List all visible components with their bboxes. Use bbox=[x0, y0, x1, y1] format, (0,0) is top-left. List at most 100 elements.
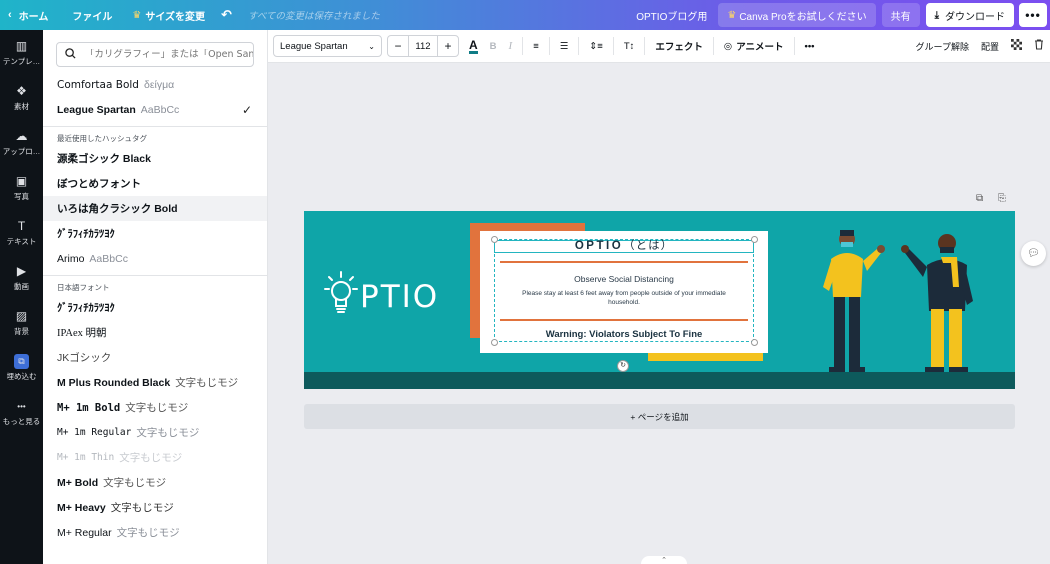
font-item[interactable]: ｸﾞﾗﾌｨﾁｶﾗﾂﾖｸ bbox=[43, 221, 267, 246]
comment-button[interactable]: 💬︎ bbox=[1021, 241, 1046, 266]
logo-text: PTIO bbox=[360, 279, 440, 315]
resize-handle[interactable] bbox=[491, 236, 498, 243]
download-label: ダウンロード bbox=[945, 11, 1005, 23]
notice-body[interactable]: Please stay at least 6 feet away from pe… bbox=[508, 289, 740, 307]
title-text: OPTIO bbox=[574, 240, 624, 252]
font-item[interactable]: JKゴシック bbox=[43, 345, 267, 370]
sidebar-item-label: 動画 bbox=[14, 281, 29, 291]
format-toolbar: League Spartan ⌄ − 112 + A B I ≡ ☰ ⇕≡ T↕… bbox=[268, 30, 1050, 63]
spacing-button[interactable]: ⇕≡ bbox=[583, 35, 609, 57]
optio-logo[interactable]: PTIO bbox=[324, 270, 439, 324]
font-item[interactable]: 源柔ゴシック Black bbox=[43, 146, 267, 171]
align-center-button[interactable]: ≡ bbox=[527, 35, 545, 57]
font-item[interactable]: M+ Bold 文字もじモジ bbox=[43, 470, 267, 495]
font-name: ｸﾞﾗﾌｨﾁｶﾗﾂﾖｸ bbox=[57, 302, 115, 314]
resize-handle[interactable] bbox=[751, 236, 758, 243]
vertical-text-button[interactable]: T↕ bbox=[618, 35, 641, 57]
home-button[interactable]: ‹ ホーム bbox=[0, 0, 56, 30]
animate-icon: ◎ bbox=[723, 40, 733, 52]
recent-fonts-heading: 最近使用したハッシュタグ bbox=[43, 126, 267, 146]
font-item[interactable]: ぼつとめフォント bbox=[43, 171, 267, 196]
font-item[interactable]: いろは角クラシック Bold bbox=[43, 196, 267, 221]
vertical-text-icon: T↕ bbox=[623, 40, 635, 52]
sidebar-item-video[interactable]: ▶ 動画 bbox=[0, 255, 43, 300]
duplicate-page-icon[interactable]: ⧉ bbox=[976, 193, 983, 204]
delete-button[interactable] bbox=[1028, 35, 1050, 57]
sidebar-item-uploads[interactable]: ☁ アップロ… bbox=[0, 120, 43, 165]
undo-button[interactable]: ↶ bbox=[213, 0, 240, 30]
sidebar-item-label: アップロ… bbox=[2, 146, 41, 156]
notice-title[interactable]: OPTIO（とは） bbox=[494, 240, 754, 253]
top-bar: ‹ ホーム ファイル ♛ サイズを変更 ↶ すべての変更は保存されました OPT… bbox=[0, 0, 1050, 30]
notice-subtitle[interactable]: Observe Social Distancing bbox=[494, 274, 754, 284]
font-name: Comfortaa Bold bbox=[57, 78, 139, 91]
share-button[interactable]: 共有 bbox=[881, 3, 920, 27]
font-search[interactable] bbox=[56, 42, 254, 67]
animate-button[interactable]: ◎ アニメート bbox=[718, 35, 790, 57]
rotate-handle-icon[interactable]: ↻ bbox=[617, 360, 629, 372]
elements-icon: ❖ bbox=[16, 83, 27, 98]
expand-notes-button[interactable]: ⌃ bbox=[641, 556, 687, 564]
resize-button[interactable]: ♛ サイズを変更 bbox=[124, 0, 213, 30]
sidebar-item-photos[interactable]: ▣ 写真 bbox=[0, 165, 43, 210]
font-item-arimo[interactable]: Arimo AaBbCc bbox=[43, 246, 267, 271]
font-item[interactable]: M+ 1m Bold 文字もじモジ bbox=[43, 395, 267, 420]
decrease-size-button[interactable]: − bbox=[388, 36, 408, 56]
italic-button[interactable]: I bbox=[503, 35, 519, 57]
font-item[interactable]: IPAex 明朝 bbox=[43, 320, 267, 345]
increase-size-button[interactable]: + bbox=[438, 36, 458, 56]
left-sidebar: ▥ テンプレ… ❖ 素材 ☁ アップロ… ▣ 写真 T テキスト ▶ 動画 ▨ … bbox=[0, 30, 43, 564]
font-item[interactable]: M+ Regular 文字もじモジ bbox=[43, 520, 267, 545]
sidebar-item-embed[interactable]: ⧉ 埋め込む bbox=[0, 345, 43, 390]
sidebar-item-templates[interactable]: ▥ テンプレ… bbox=[0, 30, 43, 75]
add-page-icon[interactable]: ⎘ bbox=[998, 193, 1006, 204]
sidebar-item-more[interactable]: ••• もっと見る bbox=[0, 390, 43, 435]
font-item-comfortaa-bold[interactable]: Comfortaa Bold δείγμα bbox=[43, 72, 267, 97]
font-name: M+ 1m Regular bbox=[57, 427, 132, 438]
document-title[interactable]: OPTIOブログ用 bbox=[628, 0, 715, 30]
more-tools-button[interactable]: ••• bbox=[799, 35, 821, 57]
video-icon: ▶ bbox=[16, 263, 27, 278]
font-size-input[interactable]: 112 bbox=[408, 36, 438, 56]
font-item[interactable]: M Plus Rounded Black 文字もじモジ bbox=[43, 370, 267, 395]
font-search-input[interactable] bbox=[84, 49, 253, 60]
people-illustration[interactable] bbox=[809, 221, 989, 384]
font-name: ｸﾞﾗﾌｨﾁｶﾗﾂﾖｸ bbox=[57, 228, 115, 240]
font-size-stepper: − 112 + bbox=[387, 35, 459, 57]
resize-label: サイズを変更 bbox=[145, 11, 206, 23]
font-family-dropdown[interactable]: League Spartan ⌄ bbox=[273, 35, 382, 57]
ungroup-button[interactable]: グループ解除 bbox=[910, 35, 975, 57]
resize-handle[interactable] bbox=[491, 339, 498, 346]
text-color-button[interactable]: A bbox=[463, 35, 484, 57]
sidebar-item-label: 素材 bbox=[14, 101, 29, 111]
design-page[interactable]: PTIO OPTIO（とは） Observe Social Distancing… bbox=[304, 211, 1015, 389]
transparency-button[interactable] bbox=[1005, 35, 1028, 57]
effects-button[interactable]: エフェクト bbox=[649, 35, 709, 57]
position-button[interactable]: 配置 bbox=[975, 35, 1005, 57]
file-menu[interactable]: ファイル bbox=[64, 0, 120, 30]
title-suffix: （とは） bbox=[623, 240, 674, 252]
sidebar-item-elements[interactable]: ❖ 素材 bbox=[0, 75, 43, 120]
font-item[interactable]: M+ 1m Regular 文字もじモジ bbox=[43, 420, 267, 445]
font-sample: 文字もじモジ bbox=[136, 427, 200, 439]
font-sample: 文字もじモジ bbox=[103, 477, 167, 489]
notice-warning[interactable]: Warning: Violators Subject To Fine bbox=[494, 329, 754, 340]
more-options-button[interactable]: ••• bbox=[1019, 3, 1047, 27]
resize-handle[interactable] bbox=[751, 339, 758, 346]
sidebar-item-background[interactable]: ▨ 背景 bbox=[0, 300, 43, 345]
sidebar-item-text[interactable]: T テキスト bbox=[0, 210, 43, 255]
checkmark-icon: ✓ bbox=[241, 102, 252, 117]
font-item[interactable]: ｸﾞﾗﾌｨﾁｶﾗﾂﾖｸ bbox=[43, 295, 267, 320]
add-page-button[interactable]: + ページを追加 bbox=[304, 404, 1015, 429]
animate-label: アニメート bbox=[736, 42, 784, 53]
download-button[interactable]: ⤓ ダウンロード bbox=[925, 3, 1014, 27]
font-item-league-spartan[interactable]: League Spartan AaBbCc ✓ bbox=[43, 97, 267, 122]
font-sample: AaBbCc bbox=[140, 103, 180, 116]
font-item[interactable]: M+ 1m Thin 文字もじモジ bbox=[43, 445, 267, 470]
bold-button[interactable]: B bbox=[484, 35, 503, 57]
font-item[interactable]: M+ Heavy 文字もじモジ bbox=[43, 495, 267, 520]
font-panel: Comfortaa Bold δείγμα League Spartan AaB… bbox=[43, 30, 268, 564]
list-button[interactable]: ☰ bbox=[554, 35, 575, 57]
canva-pro-button[interactable]: ♛ Canva Proをお試しください bbox=[718, 3, 876, 27]
notice-card[interactable]: OPTIO（とは） Observe Social Distancing Plea… bbox=[480, 231, 768, 353]
